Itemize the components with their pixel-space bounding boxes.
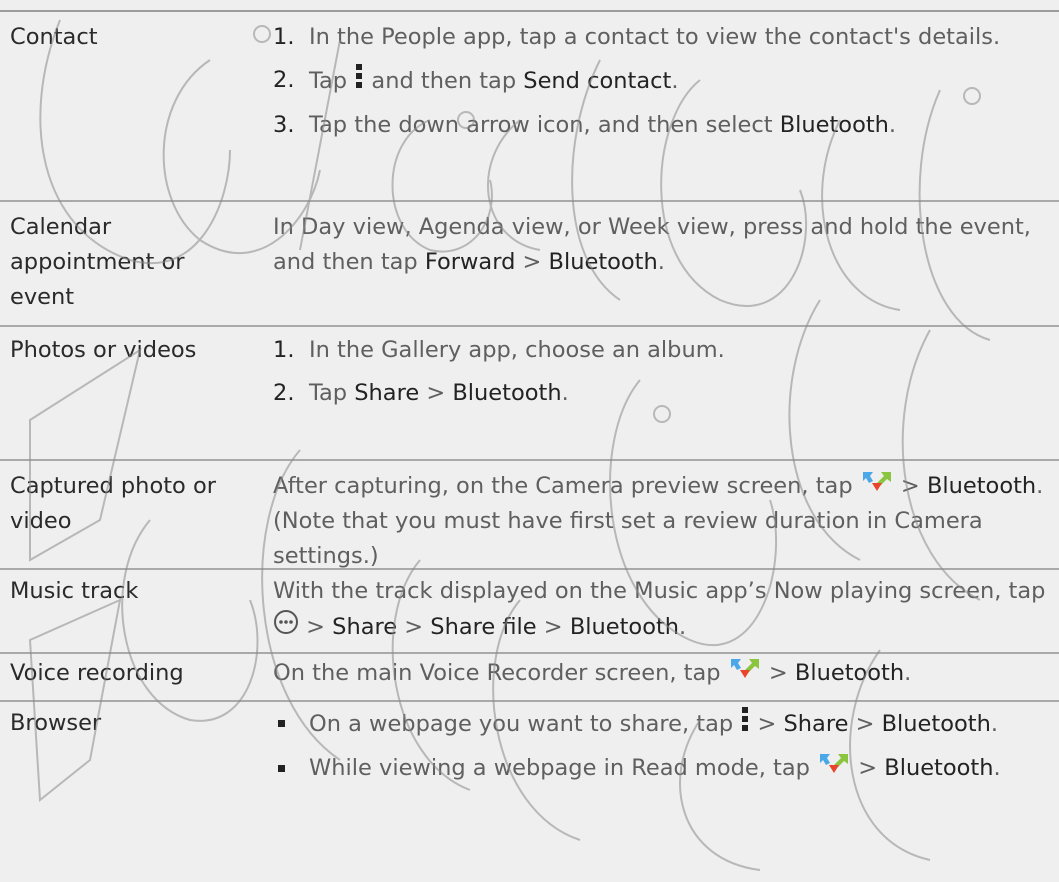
row-label-photos: Photos or videos xyxy=(10,337,197,363)
table-row-contact: Contact 1. In the People app, tap a cont… xyxy=(0,10,1059,198)
table-row-photos: Photos or videos 1. In the Gallery app, … xyxy=(0,329,1059,454)
step-item: 2. Tap and then tap Send contact. xyxy=(273,63,1053,100)
row-label-captured: Captured photo or video xyxy=(10,473,216,534)
row-content-calendar: In Day view, Agenda view, or Week view, … xyxy=(273,214,1031,275)
list-item: While viewing a webpage in Read mode, ta… xyxy=(273,751,1053,786)
step-item: 3. Tap the down arrow icon, and then sel… xyxy=(273,112,897,138)
share-icon xyxy=(860,469,894,504)
step-text: In the People app, tap a contact to view… xyxy=(309,24,1001,50)
table-row-browser: Browser On a webpage you want to share, … xyxy=(0,704,1059,882)
table-row-voice: Voice recording On the main Voice Record… xyxy=(0,656,1059,698)
table-row-calendar: Calendar appointment or event In Day vie… xyxy=(0,204,1059,320)
table-row-music: Music track With the track displayed on … xyxy=(0,572,1059,648)
more-options-icon xyxy=(273,609,299,646)
bullet-icon xyxy=(278,765,285,772)
row-content-browser: On a webpage you want to share, tap > Sh… xyxy=(273,706,1053,786)
row-content-photos: 1. In the Gallery app, choose an album. … xyxy=(273,333,1053,411)
row-label-calendar: Calendar appointment or event xyxy=(10,214,185,310)
row-label-browser: Browser xyxy=(10,710,102,736)
row-content-contact: 1. In the People app, tap a contact to v… xyxy=(273,20,1053,143)
share-icon xyxy=(728,656,762,691)
row-label-contact: Contact xyxy=(10,24,98,50)
share-icon xyxy=(817,751,851,786)
row-label-voice: Voice recording xyxy=(10,660,184,686)
row-divider xyxy=(0,568,1059,570)
row-content-music: With the track displayed on the Music ap… xyxy=(273,574,1053,646)
row-divider xyxy=(0,200,1059,202)
row-label-music: Music track xyxy=(10,578,139,604)
bullet-icon xyxy=(278,720,285,727)
step-item: 1. In the People app, tap a contact to v… xyxy=(273,24,1001,50)
table-row-captured: Captured photo or video After capturing,… xyxy=(0,463,1059,569)
row-divider xyxy=(0,700,1059,702)
sharing-table: Contact 1. In the People app, tap a cont… xyxy=(0,0,1059,882)
list-item: On a webpage you want to share, tap > Sh… xyxy=(273,706,1053,743)
row-content-voice: On the main Voice Recorder screen, tap >… xyxy=(273,656,1053,691)
row-divider xyxy=(0,652,1059,654)
row-divider xyxy=(0,325,1059,327)
row-content-captured: After capturing, on the Camera preview s… xyxy=(273,469,1053,574)
menu-dots-icon xyxy=(740,706,750,743)
step-item: 1. In the Gallery app, choose an album. xyxy=(273,337,725,363)
row-divider xyxy=(0,459,1059,461)
menu-dots-icon xyxy=(354,63,364,100)
step-item: 2. Tap Share > Bluetooth. xyxy=(273,380,569,406)
